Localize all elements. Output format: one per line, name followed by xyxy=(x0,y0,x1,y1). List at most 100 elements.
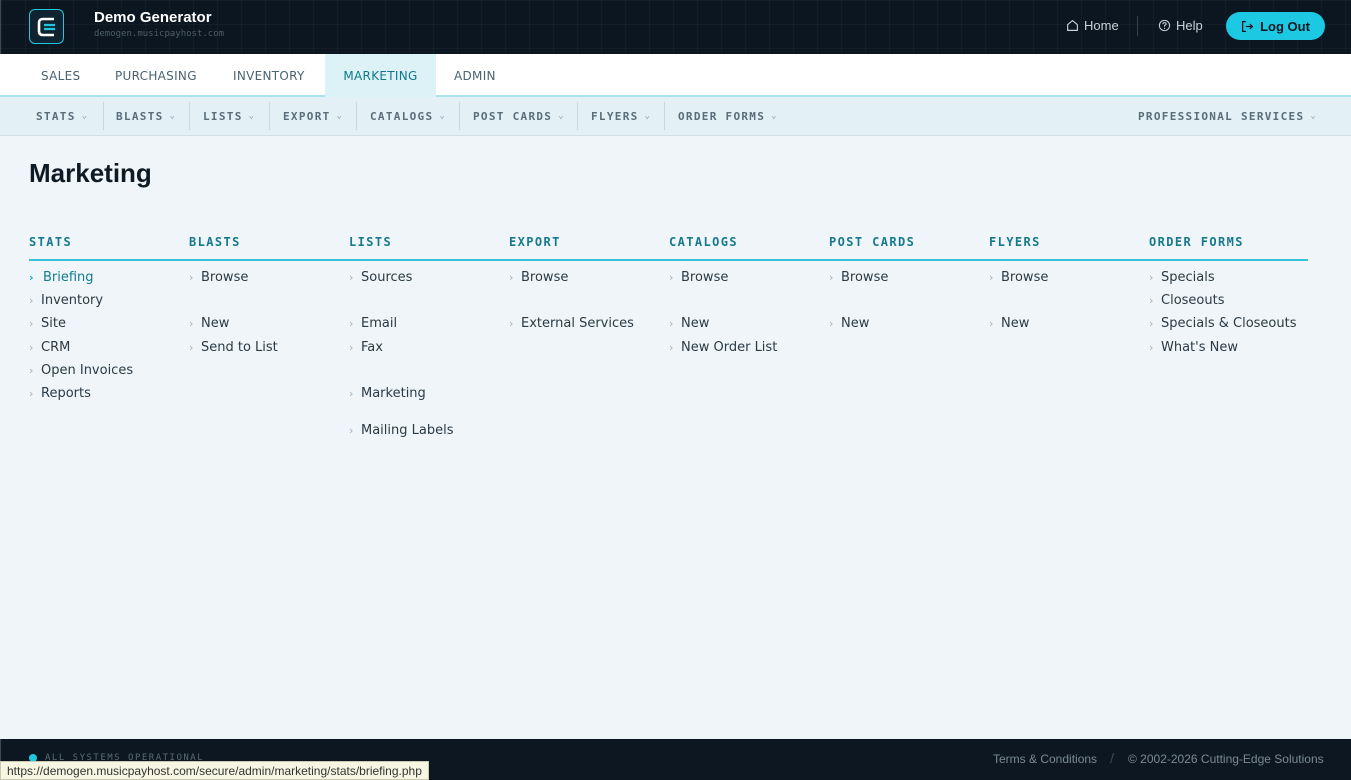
link-lists-mailing-labels[interactable]: › Mailing Labels xyxy=(349,423,454,438)
link-label: Email xyxy=(361,316,398,331)
chevron-right-icon: › xyxy=(1149,294,1154,307)
link-label: New xyxy=(201,316,230,331)
link-blasts-browse[interactable]: › Browse xyxy=(189,270,248,285)
link-order-forms-specials-closeouts[interactable]: › Specials & Closeouts xyxy=(1149,316,1297,331)
subnav-divider xyxy=(189,102,190,130)
link-label: Browse xyxy=(681,270,729,285)
subnav-post-cards[interactable]: POST CARDS ⌄ xyxy=(473,97,564,135)
column-heading-lists: LISTS xyxy=(349,235,393,249)
subnav-flyers[interactable]: FLYERS ⌄ xyxy=(591,97,650,135)
terms-link[interactable]: Terms & Conditions xyxy=(993,752,1097,766)
link-order-forms-closeouts[interactable]: › Closeouts xyxy=(1149,293,1224,308)
footer-separator: / xyxy=(1110,751,1115,765)
link-label: CRM xyxy=(41,340,71,355)
chevron-down-icon: ⌄ xyxy=(439,111,445,121)
subnav-blasts[interactable]: BLASTS ⌄ xyxy=(116,97,175,135)
link-label: Reports xyxy=(41,386,91,401)
chevron-down-icon: ⌄ xyxy=(248,111,255,121)
link-export-browse[interactable]: › Browse xyxy=(509,270,568,285)
app-title: Demo Generator xyxy=(94,9,212,26)
subnav-lists[interactable]: LISTS ⌄ xyxy=(203,97,254,135)
link-catalogs-new[interactable]: › New xyxy=(669,316,709,331)
subnav-label: CATALOGS xyxy=(370,109,434,123)
tab-purchasing[interactable]: PURCHASING xyxy=(98,54,214,97)
link-order-forms-specials[interactable]: › Specials xyxy=(1149,270,1215,285)
link-catalogs-new-order-list[interactable]: › New Order List xyxy=(669,340,777,355)
subnav-professional-services[interactable]: PROFESSIONAL SERVICES ⌄ xyxy=(1138,97,1316,135)
subnav-divider xyxy=(269,102,270,130)
logout-icon xyxy=(1242,20,1254,32)
subnav-divider xyxy=(577,102,578,130)
subnav-order-forms[interactable]: ORDER FORMS ⌄ xyxy=(678,97,777,135)
help-label: Help xyxy=(1176,18,1203,33)
link-lists-marketing[interactable]: › Marketing xyxy=(349,386,426,401)
link-stats-crm[interactable]: › CRM xyxy=(29,340,70,355)
link-lists-sources[interactable]: › Sources xyxy=(349,270,412,285)
link-stats-site[interactable]: › Site xyxy=(29,316,66,331)
tab-inventory[interactable]: INVENTORY xyxy=(216,54,322,97)
link-label: Fax xyxy=(361,340,383,355)
link-label: What's New xyxy=(1161,340,1238,355)
tab-sales[interactable]: SALES xyxy=(24,54,97,97)
link-export-external-services[interactable]: › External Services xyxy=(509,316,634,331)
link-stats-inventory[interactable]: › Inventory xyxy=(29,293,103,308)
chevron-right-icon: › xyxy=(1149,271,1154,284)
tab-marketing[interactable]: MARKETING xyxy=(325,54,436,97)
link-label: Open Invoices xyxy=(41,363,134,378)
link-lists-fax[interactable]: › Fax xyxy=(349,340,383,355)
help-link[interactable]: Help xyxy=(1158,18,1203,33)
chevron-right-icon: › xyxy=(29,341,34,354)
link-stats-reports[interactable]: › Reports xyxy=(29,386,91,401)
column-heading-catalogs: CATALOGS xyxy=(669,235,738,249)
app-logo[interactable] xyxy=(29,9,64,44)
link-label: Mailing Labels xyxy=(361,423,454,438)
chevron-right-icon: › xyxy=(1149,341,1154,354)
chevron-right-icon: › xyxy=(29,364,34,377)
link-lists-email[interactable]: › Email xyxy=(349,316,397,331)
chevron-right-icon: › xyxy=(189,271,194,284)
link-label: Closeouts xyxy=(1161,293,1225,308)
link-catalogs-browse[interactable]: › Browse xyxy=(669,270,728,285)
copyright-text: © 2002-2026 Cutting-Edge Solutions xyxy=(1128,752,1324,766)
link-flyers-browse[interactable]: › Browse xyxy=(989,270,1048,285)
link-blasts-send-to-list[interactable]: › Send to List xyxy=(189,340,278,355)
link-stats-briefing[interactable]: › Briefing xyxy=(29,270,94,285)
logout-label: Log Out xyxy=(1260,18,1310,34)
link-post-cards-browse[interactable]: › Browse xyxy=(829,270,888,285)
subnav-catalogs[interactable]: CATALOGS ⌄ xyxy=(370,97,445,135)
subnav-label: BLASTS xyxy=(116,109,164,123)
chevron-right-icon: › xyxy=(669,317,674,330)
heading-divider xyxy=(29,259,1308,261)
column-heading-export: EXPORT xyxy=(509,235,561,249)
home-link[interactable]: Home xyxy=(1066,18,1119,33)
link-flyers-new[interactable]: › New xyxy=(989,316,1029,331)
chevron-right-icon: › xyxy=(829,317,834,330)
logout-button[interactable]: Log Out xyxy=(1226,12,1325,40)
link-label: New xyxy=(1001,316,1030,331)
link-blasts-new[interactable]: › New xyxy=(189,316,229,331)
link-label: Specials & Closeouts xyxy=(1161,316,1297,331)
link-order-forms-whats-new[interactable]: › What's New xyxy=(1149,340,1238,355)
link-stats-open-invoices[interactable]: › Open Invoices xyxy=(29,363,133,378)
column-heading-post-cards: POST CARDS xyxy=(829,235,916,249)
app-domain: demogen.musicpayhost.com xyxy=(94,29,225,39)
chevron-down-icon: ⌄ xyxy=(336,111,342,121)
chevron-right-icon: › xyxy=(29,271,34,284)
chevron-right-icon: › xyxy=(29,387,34,400)
link-label: New Order List xyxy=(681,340,778,355)
link-label: Browse xyxy=(1001,270,1049,285)
column-heading-stats: STATS xyxy=(29,235,73,249)
subnav-stats[interactable]: STATS ⌄ xyxy=(36,97,87,135)
subnav-export[interactable]: EXPORT ⌄ xyxy=(283,97,342,135)
link-label: Sources xyxy=(361,270,413,285)
chevron-right-icon: › xyxy=(509,317,514,330)
chevron-right-icon: › xyxy=(29,294,34,307)
link-label: External Services xyxy=(521,316,634,331)
subnav-label: POST CARDS xyxy=(473,109,553,123)
link-post-cards-new[interactable]: › New xyxy=(829,316,869,331)
chevron-down-icon: ⌄ xyxy=(81,111,88,121)
link-label: Send to List xyxy=(201,340,278,355)
chevron-right-icon: › xyxy=(349,341,354,354)
tab-admin[interactable]: ADMIN xyxy=(437,54,513,97)
link-label: New xyxy=(681,316,710,331)
